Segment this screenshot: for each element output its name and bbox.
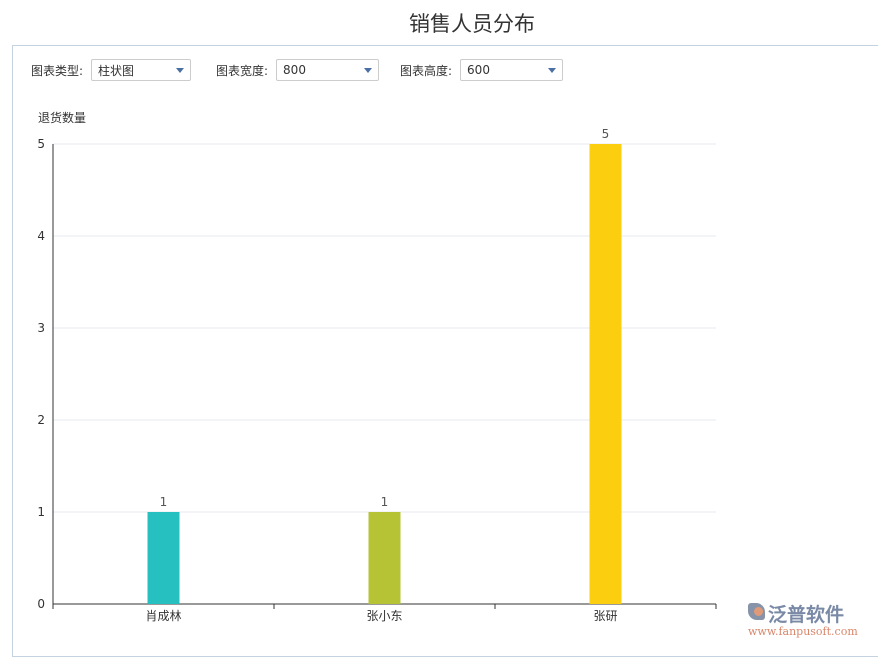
logo-url: www.fanpusoft.com <box>748 625 858 638</box>
y-tick-label: 5 <box>37 137 45 151</box>
logo: 泛普软件 www.fanpusoft.com <box>748 600 858 638</box>
logo-icon <box>748 603 765 620</box>
y-tick-label: 3 <box>37 321 45 335</box>
bar <box>369 512 401 604</box>
x-tick-label: 张研 <box>593 609 617 623</box>
y-tick-label: 0 <box>37 597 45 611</box>
data-label: 1 <box>381 495 389 509</box>
data-label: 5 <box>602 127 610 141</box>
y-tick-label: 1 <box>37 505 45 519</box>
x-tick-label: 肖成林 <box>145 609 181 623</box>
logo-name: 泛普软件 <box>768 600 858 627</box>
y-axis-label: 退货数量 <box>38 110 86 125</box>
y-tick-label: 2 <box>37 413 45 427</box>
bar <box>590 144 622 604</box>
y-tick-label: 4 <box>37 229 45 243</box>
data-label: 1 <box>160 495 168 509</box>
x-tick-label: 张小东 <box>366 609 402 623</box>
bar-chart: 退货数量 0 1 2 3 4 5 1 肖成林 1 张小东 5 张研 <box>0 0 878 647</box>
bar <box>148 512 180 604</box>
